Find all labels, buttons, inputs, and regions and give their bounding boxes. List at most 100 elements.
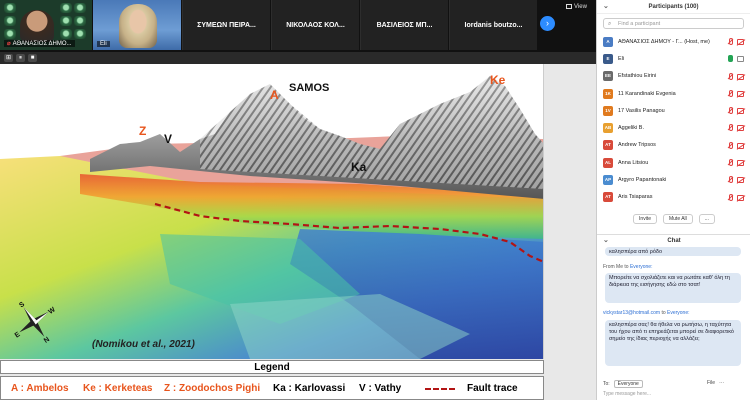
participant-row[interactable]: A ΑΘΑΝΑΣΙΟΣ ΔΗΜΟΥ - Γ... (Host, me) — [597, 33, 750, 50]
gallery-thumb — [74, 16, 86, 26]
label-vathy: V — [164, 132, 173, 146]
chat-more-button[interactable]: ··· — [719, 380, 724, 386]
bathymetry-map — [0, 64, 543, 359]
collapse-chevron-icon[interactable]: ⌄ — [603, 235, 609, 247]
participant-status-icons — [727, 38, 744, 45]
side-panel: ⌄ Participants (100) ⌕ Find a participan… — [596, 0, 750, 400]
legend-title: Legend — [0, 360, 544, 374]
legend-ambelos: A : Ambelos — [11, 383, 69, 394]
legend-karlovassi: Ka : Karlovassi — [273, 383, 346, 394]
label-karlovassi: Ka — [351, 160, 367, 174]
recipient-select[interactable]: Everyone — [613, 380, 643, 388]
gallery-thumb — [4, 29, 16, 39]
chat-message-input[interactable]: Type message here... — [603, 391, 651, 397]
video-name-label: ⌀ ΑΘΑΝΑΣΙΟΣ ΔΗΜΟ... — [4, 40, 75, 47]
gallery-thumb — [74, 3, 86, 13]
chat-message: Μπορείτε να σχολιάζετε και να ρωτάτε καθ… — [605, 273, 741, 303]
gallery-thumb — [4, 3, 16, 13]
participant-name: 17 Vasilis Panagou — [618, 107, 665, 114]
presentation-slide: SAMOS A Ke Z V Ka (Nomikou et al., 2021)… — [0, 64, 544, 359]
mic-muted-icon — [727, 141, 733, 149]
fault-trace-legend-line — [425, 388, 455, 390]
mic-muted-icon — [727, 193, 733, 201]
avatar: 1K — [603, 88, 613, 99]
avatar: AT — [603, 192, 613, 203]
gallery-thumb — [4, 16, 16, 26]
participant-status-icons — [727, 107, 744, 115]
mic-muted-icon — [727, 72, 733, 80]
mic-on-icon — [728, 55, 733, 63]
screen-share-toolbar: ⊞ ⏸ ■ — [0, 52, 596, 64]
participant-name: Aggeliki B. — [618, 125, 644, 132]
participant-face — [20, 10, 54, 42]
participants-title: Participants (100) — [648, 4, 699, 10]
chat-tools: File ··· — [707, 380, 724, 386]
share-control-button[interactable]: ⊞ — [4, 54, 13, 62]
pause-share-button[interactable]: ⏸ — [16, 54, 25, 62]
mic-muted-icon — [727, 159, 733, 167]
participant-row[interactable]: AL Anna Litsiou — [597, 154, 750, 171]
compass-e: E — [14, 331, 22, 340]
compass-s: S — [18, 301, 26, 310]
legend-vathy: V : Vathy — [359, 383, 402, 394]
mute-all-button[interactable]: Mute All — [662, 214, 693, 224]
video-tile-name[interactable]: ΝΙΚΟΛΑΟΣ ΚΟΛ... — [271, 0, 359, 50]
mic-muted-icon — [727, 38, 733, 45]
video-tile-gallery[interactable]: ⌀ ΑΘΑΝΑΣΙΟΣ ΔΗΜΟ... — [0, 0, 92, 50]
compass-rose-icon: S N E W — [14, 301, 56, 344]
label-samos: SAMOS — [289, 82, 330, 94]
participant-row[interactable]: AP Argyro Papantonaki — [597, 171, 750, 188]
participant-status-icons — [727, 124, 744, 132]
participant-row[interactable]: AT Aris Tsiaparas — [597, 189, 750, 206]
mic-muted-icon: ⌀ — [7, 41, 11, 47]
camera-off-icon — [737, 125, 744, 132]
shared-screen: SAMOS A Ke Z V Ka (Nomikou et al., 2021)… — [0, 64, 596, 400]
video-tile-name[interactable]: Iordanis boutzo... — [449, 0, 537, 50]
video-tile-eli[interactable]: Eli — [93, 0, 181, 50]
label-kerketeas: Ke — [490, 73, 506, 87]
collapse-chevron-icon[interactable]: ⌄ — [603, 0, 609, 14]
participant-row[interactable]: EE Efstathiou Eirini — [597, 68, 750, 85]
legend-box: A : Ambelos Ke : Kerketeas Z : Zoodochos… — [0, 376, 544, 400]
avatar: AL — [603, 157, 613, 168]
participant-row[interactable]: AT Andrew Tripsos — [597, 137, 750, 154]
view-button[interactable]: View — [566, 2, 587, 11]
participant-status-icons — [727, 159, 744, 167]
participant-row[interactable]: AB Aggeliki B. — [597, 119, 750, 136]
gallery-thumb — [60, 29, 72, 39]
participant-row[interactable]: E Eli — [597, 50, 750, 67]
legend-zoodochos-pighi: Z : Zoodochos Pighi — [164, 383, 261, 394]
camera-off-icon — [737, 194, 744, 201]
participant-status-icons — [727, 89, 744, 97]
video-tile-name[interactable]: ΒΑΣΙΛΕΙΟΣ ΜΠ... — [360, 0, 448, 50]
chat-message: καλησπέρα από ρόδο — [605, 247, 741, 256]
file-button[interactable]: File — [707, 380, 715, 386]
camera-off-icon — [737, 90, 744, 97]
participant-row[interactable]: 1V 17 Vasilis Panagou — [597, 102, 750, 119]
participant-status-icons — [728, 55, 744, 63]
participant-row[interactable]: 1K 11 Karandinaki Evgenia — [597, 85, 750, 102]
mic-muted-icon — [727, 89, 733, 97]
next-page-button[interactable]: › — [540, 16, 555, 31]
invite-button[interactable]: Invite — [633, 214, 657, 224]
participant-search-input[interactable]: ⌕ Find a participant — [603, 18, 744, 29]
mic-muted-icon — [727, 107, 733, 115]
video-name-label: Eli — [97, 41, 110, 47]
participant-name: Anna Litsiou — [618, 159, 649, 166]
label-ambelos: A — [270, 88, 279, 102]
camera-off-icon — [737, 73, 744, 80]
camera-off-icon — [737, 142, 744, 149]
participant-actions: Invite Mute All ... — [597, 214, 750, 228]
participant-name: Argyro Papantonaki — [618, 177, 667, 184]
gallery-thumb — [60, 16, 72, 26]
camera-off-icon — [737, 108, 744, 115]
participant-name: 11 Karandinaki Evgenia — [618, 90, 676, 97]
chat-recipient-row: To: Everyone — [603, 380, 643, 388]
chat-sender-line: vickystar13@hotmail.com to Everyone: — [603, 310, 690, 316]
stop-share-button[interactable]: ■ — [28, 54, 37, 62]
avatar: AP — [603, 175, 613, 186]
video-tile-name[interactable]: ΣΥΜΕΩΝ ΠΕΙΡΑ... — [182, 0, 270, 50]
more-options-button[interactable]: ... — [698, 214, 715, 224]
grid-icon — [566, 4, 572, 9]
label-zoodochos-pighi: Z — [139, 124, 147, 138]
